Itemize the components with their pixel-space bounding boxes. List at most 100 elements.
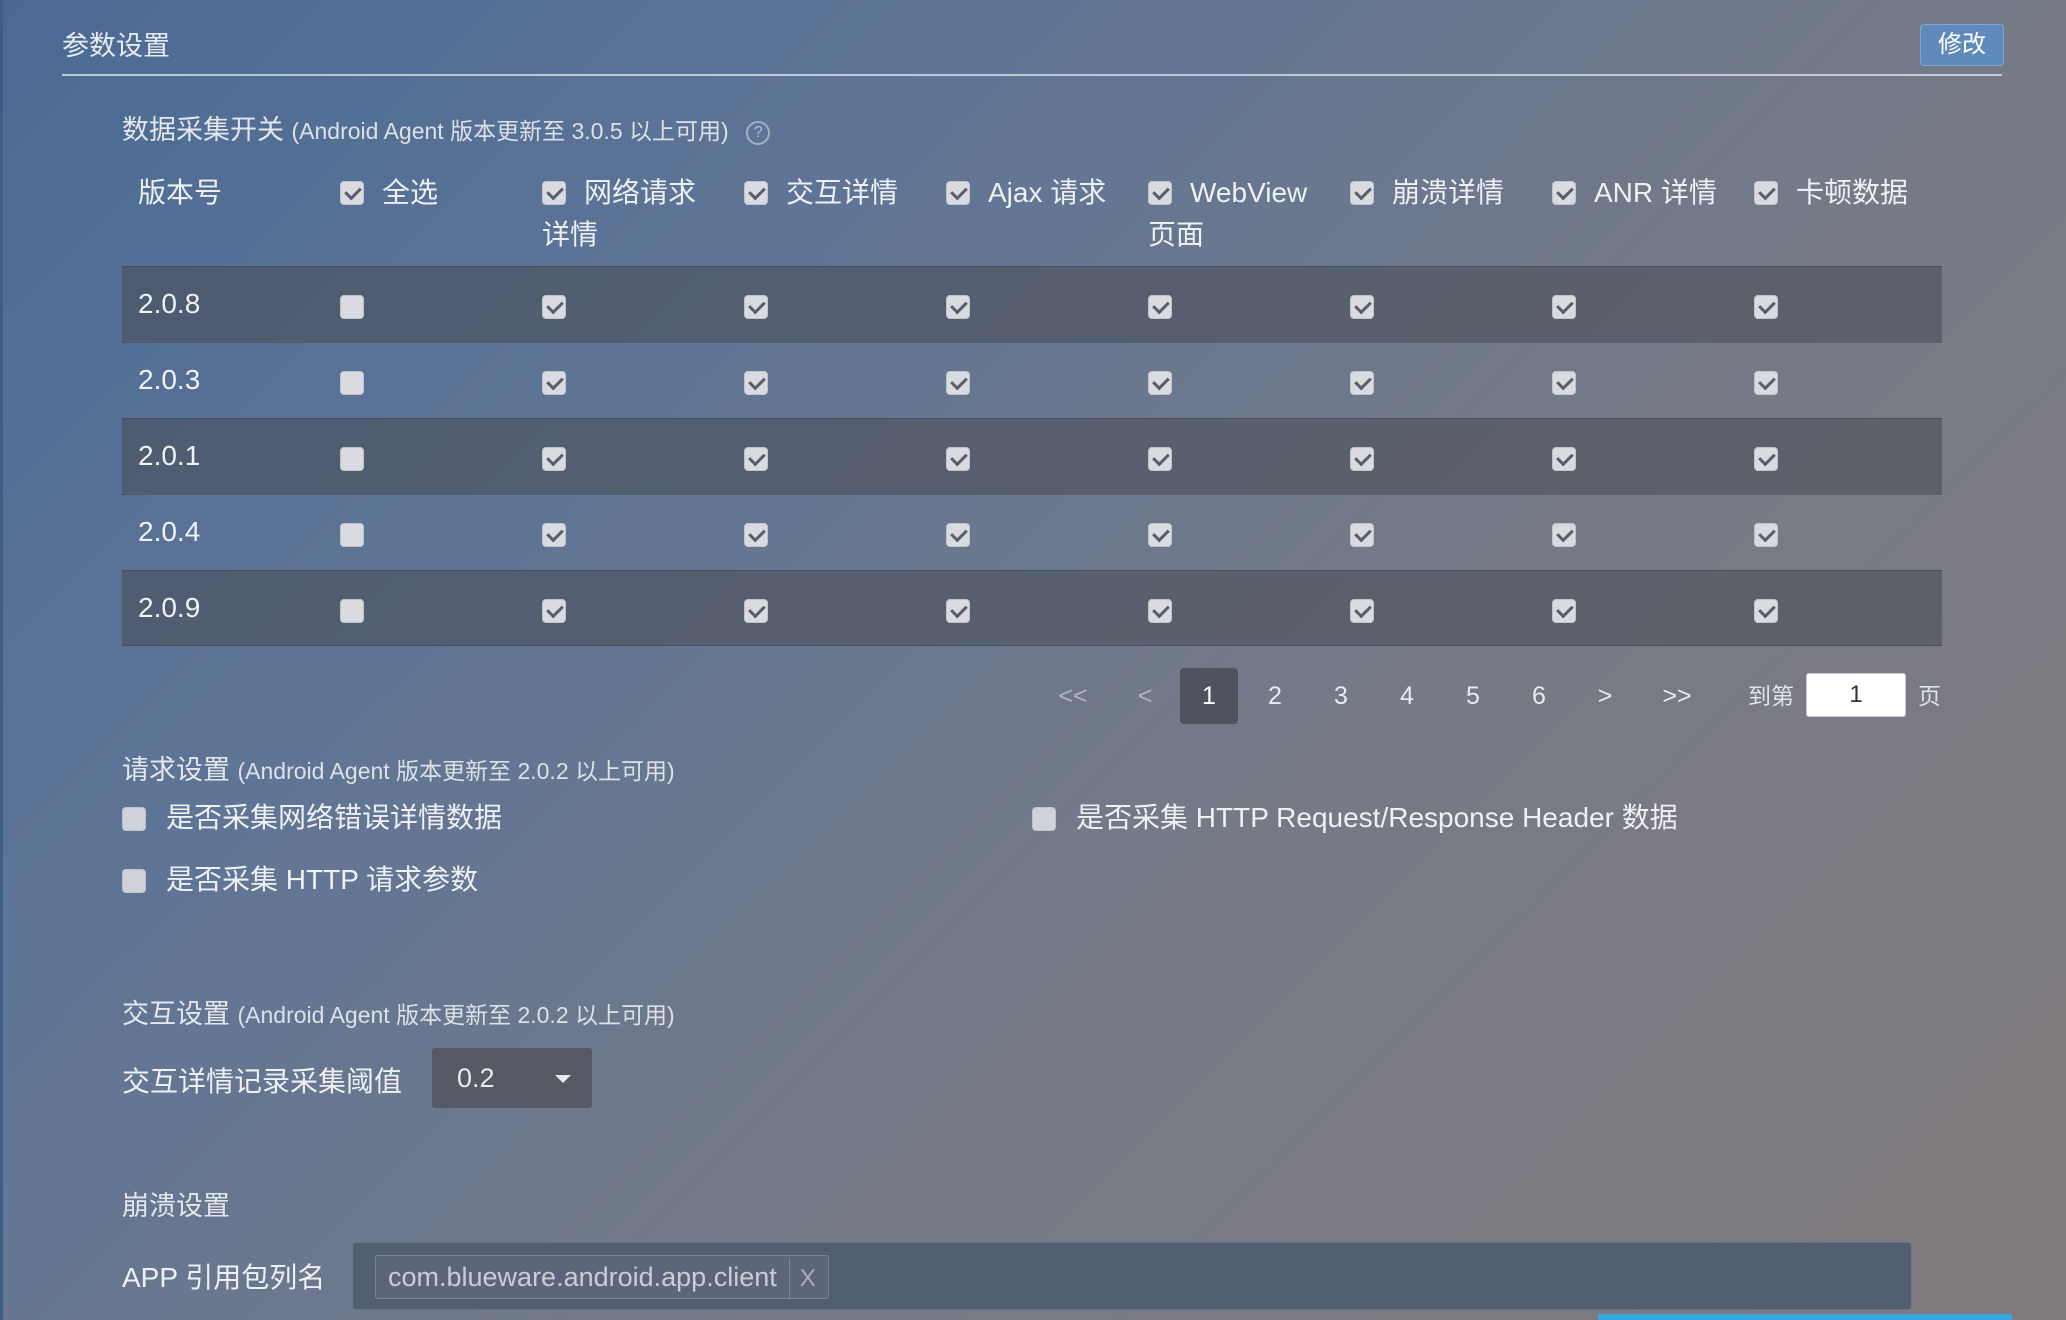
- prev-page-button[interactable]: <: [1116, 668, 1174, 724]
- row-option-checkbox[interactable]: [1350, 371, 1374, 395]
- checkbox-cell: [1148, 371, 1172, 400]
- row-option-checkbox[interactable]: [1552, 371, 1576, 395]
- row-option-checkbox[interactable]: [1350, 295, 1374, 319]
- edit-button[interactable]: 修改: [1920, 24, 2004, 66]
- row-option-checkbox[interactable]: [744, 599, 768, 623]
- checkbox-cell: [1350, 447, 1374, 476]
- next-page-button[interactable]: >: [1576, 668, 1634, 724]
- row-option-checkbox[interactable]: [946, 295, 970, 319]
- row-option-checkbox[interactable]: [542, 371, 566, 395]
- remove-tag-icon[interactable]: X: [788, 1258, 816, 1300]
- row-select-checkbox[interactable]: [340, 447, 364, 471]
- option-label: 是否采集网络错误详情数据: [166, 802, 503, 833]
- column-anr[interactable]: ANR 详情: [1552, 172, 1717, 214]
- checkbox-cell: [744, 447, 768, 476]
- row-option-checkbox[interactable]: [744, 447, 768, 471]
- column-interaction[interactable]: 交互详情: [744, 172, 898, 214]
- column-version: 版本号: [138, 172, 222, 214]
- first-page-button[interactable]: <<: [1044, 668, 1102, 724]
- checkbox-cell: [1754, 371, 1778, 400]
- row-option-checkbox[interactable]: [1754, 599, 1778, 623]
- column-checkbox[interactable]: [946, 181, 970, 205]
- row-select-checkbox[interactable]: [340, 599, 364, 623]
- checkbox-cell: [744, 371, 768, 400]
- row-option-checkbox[interactable]: [1148, 447, 1172, 471]
- checkbox-cell: [1754, 447, 1778, 476]
- option-http-params[interactable]: 是否采集 HTTP 请求参数: [122, 858, 478, 898]
- threshold-select[interactable]: 0.2: [432, 1048, 592, 1108]
- interaction-settings-title: 交互设置 (Android Agent 版本更新至 2.0.2 以上可用): [122, 992, 675, 1031]
- row-option-checkbox[interactable]: [1552, 295, 1576, 319]
- row-option-checkbox[interactable]: [1552, 523, 1576, 547]
- row-option-checkbox[interactable]: [744, 295, 768, 319]
- row-option-checkbox[interactable]: [1350, 447, 1374, 471]
- column-freeze[interactable]: 卡顿数据: [1754, 172, 1908, 214]
- section-note: (Android Agent 版本更新至 3.0.5 以上可用): [291, 118, 729, 144]
- checkbox-cell: [340, 295, 364, 324]
- row-option-checkbox[interactable]: [744, 371, 768, 395]
- last-page-button[interactable]: >>: [1648, 668, 1706, 724]
- row-option-checkbox[interactable]: [1350, 599, 1374, 623]
- checkbox-cell: [542, 295, 566, 324]
- row-option-checkbox[interactable]: [1754, 295, 1778, 319]
- row-option-checkbox[interactable]: [744, 523, 768, 547]
- threshold-label: 交互详情记录采集阈值: [122, 1066, 403, 1097]
- row-option-checkbox[interactable]: [946, 371, 970, 395]
- column-network-request[interactable]: 网络请求 详情: [542, 172, 696, 256]
- row-option-checkbox[interactable]: [542, 295, 566, 319]
- option-checkbox[interactable]: [122, 869, 146, 893]
- row-option-checkbox[interactable]: [1148, 523, 1172, 547]
- column-checkbox[interactable]: [542, 181, 566, 205]
- help-icon[interactable]: ?: [746, 121, 771, 145]
- column-label-line2: 页面: [1148, 219, 1205, 250]
- section-note: (Android Agent 版本更新至 2.0.2 以上可用): [237, 758, 675, 784]
- column-ajax[interactable]: Ajax 请求: [946, 172, 1106, 214]
- column-checkbox[interactable]: [1148, 181, 1172, 205]
- page-button-1[interactable]: 1: [1180, 668, 1238, 724]
- checkbox-cell: [1350, 371, 1374, 400]
- row-option-checkbox[interactable]: [1754, 523, 1778, 547]
- row-option-checkbox[interactable]: [1350, 523, 1374, 547]
- row-select-checkbox[interactable]: [340, 295, 364, 319]
- row-select-checkbox[interactable]: [340, 371, 364, 395]
- row-option-checkbox[interactable]: [1148, 371, 1172, 395]
- checkbox-cell: [946, 599, 970, 628]
- page-button-4[interactable]: 4: [1378, 668, 1436, 724]
- column-checkbox[interactable]: [1754, 181, 1778, 205]
- column-webview[interactable]: WebView 页面: [1148, 172, 1307, 256]
- row-option-checkbox[interactable]: [1754, 371, 1778, 395]
- column-label: WebView: [1190, 177, 1308, 208]
- column-select-all[interactable]: 全选: [340, 172, 438, 214]
- row-option-checkbox[interactable]: [1148, 295, 1172, 319]
- checkbox-cell: [1552, 447, 1576, 476]
- package-tag-input[interactable]: com.blueware.android.app.client X: [352, 1242, 1912, 1310]
- row-option-checkbox[interactable]: [542, 523, 566, 547]
- page-button-3[interactable]: 3: [1312, 668, 1370, 724]
- option-checkbox[interactable]: [1032, 807, 1056, 831]
- goto-page-input[interactable]: [1806, 673, 1906, 717]
- page-button-5[interactable]: 5: [1444, 668, 1502, 724]
- goto-prefix: 到第: [1748, 683, 1794, 709]
- row-option-checkbox[interactable]: [946, 447, 970, 471]
- row-select-checkbox[interactable]: [340, 523, 364, 547]
- row-option-checkbox[interactable]: [1552, 447, 1576, 471]
- option-network-error[interactable]: 是否采集网络错误详情数据: [122, 796, 502, 836]
- page-button-6[interactable]: 6: [1510, 668, 1568, 724]
- column-checkbox[interactable]: [744, 181, 768, 205]
- select-all-checkbox[interactable]: [340, 181, 364, 205]
- row-option-checkbox[interactable]: [1754, 447, 1778, 471]
- row-option-checkbox[interactable]: [542, 447, 566, 471]
- row-option-checkbox[interactable]: [946, 523, 970, 547]
- column-checkbox[interactable]: [1552, 181, 1576, 205]
- row-option-checkbox[interactable]: [542, 599, 566, 623]
- row-option-checkbox[interactable]: [1148, 599, 1172, 623]
- column-crash[interactable]: 崩溃详情: [1350, 172, 1504, 214]
- version-cell: 2.0.4: [138, 516, 201, 547]
- option-http-header[interactable]: 是否采集 HTTP Request/Response Header 数据: [1032, 796, 1678, 836]
- option-checkbox[interactable]: [122, 807, 146, 831]
- row-option-checkbox[interactable]: [1552, 599, 1576, 623]
- checkbox-cell: [542, 599, 566, 628]
- row-option-checkbox[interactable]: [946, 599, 970, 623]
- page-button-2[interactable]: 2: [1246, 668, 1304, 724]
- column-checkbox[interactable]: [1350, 181, 1374, 205]
